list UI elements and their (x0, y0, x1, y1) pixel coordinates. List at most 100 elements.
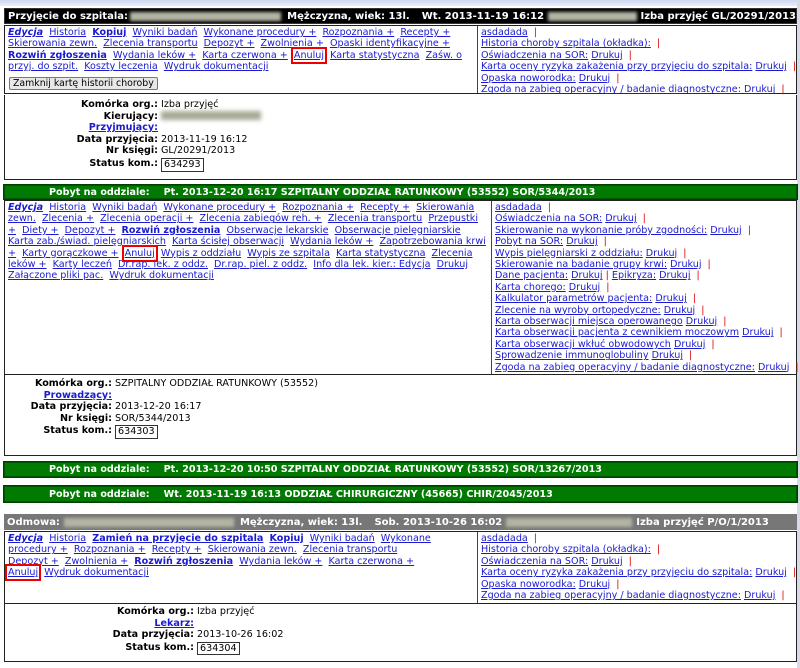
action-wydruk-dokumentacji-link[interactable]: Wydruk dokumentacji (44, 567, 149, 578)
print-link[interactable]: Drukuj (655, 293, 686, 304)
action-kopiuj-link[interactable]: Kopiuj (269, 533, 303, 544)
print-link[interactable]: Drukuj (674, 339, 705, 350)
action-anuluj-link[interactable]: Anuluj (290, 46, 328, 64)
ward-stay-header-3[interactable]: Pobyt na oddziale: Wt. 2013-11-19 16:13 … (3, 485, 798, 503)
document-opaska-noworodka-link[interactable]: Opaska noworodka: (481, 579, 576, 590)
document-opaska-noworodka-link[interactable]: Opaska noworodka: (481, 73, 576, 84)
action-wydania-lekow-link[interactable]: Wydania leków + (113, 50, 196, 61)
action-skierowania-zewn-link[interactable]: Skierowania zewn. (8, 38, 97, 49)
action-karta-czerwona-link[interactable]: Karta czerwona + (329, 556, 415, 567)
print-link[interactable]: Drukuj (758, 362, 789, 373)
document-zgoda-na-zabieg-operacyjny-badanie-diagnostyczne-link[interactable]: Zgoda na zabieg operacyjny / badanie dia… (495, 362, 755, 373)
action-zlecenia-zabiegow-reh-link[interactable]: Zlecenia zabiegów reh. + (200, 213, 322, 224)
print-link[interactable]: Drukuj (744, 590, 775, 601)
action-wydruk-dokumentacji-link[interactable]: Wydruk dokumentacji (164, 61, 269, 72)
action-edycja-link[interactable]: Edycja (8, 27, 43, 38)
action-anuluj-link[interactable]: Anuluj (4, 564, 42, 582)
print-link[interactable]: Drukuj (742, 327, 773, 338)
action-opaski-identyfikacyjne-link[interactable]: Opaski identyfikacyjne + (330, 38, 450, 49)
action-diety-link[interactable]: Diety + (22, 225, 58, 236)
action-historia-link[interactable]: Historia (49, 202, 86, 213)
action-zlecenia-transportu-link[interactable]: Zlecenia transportu (303, 544, 397, 555)
document-oswiadczenia-na-sor-link[interactable]: Oświadczenia na SOR: (481, 50, 588, 61)
action-kopiuj-link[interactable]: Kopiuj (92, 27, 126, 38)
document-skierowanie-na-badanie-grupy-krwi-link[interactable]: Skierowanie na badanie grupy krwi: (495, 259, 667, 270)
print-link[interactable]: Drukuj (652, 350, 683, 361)
receiver-link[interactable]: Przyjmujący: (89, 122, 158, 133)
print-link[interactable]: Drukuj (579, 73, 610, 84)
action-karty-goraczkowe-link[interactable]: Karty gorączkowe + (22, 248, 118, 259)
document-zgoda-na-zabieg-operacyjny-badanie-diagnostyczne-link[interactable]: Zgoda na zabieg operacyjny / badanie dia… (481, 84, 741, 95)
print-link[interactable]: Drukuj (605, 213, 636, 224)
action-rozpoznania-link[interactable]: Rozpoznania + (282, 202, 354, 213)
action-dr-rap-lek-z-oddz-link[interactable]: Dr.rap. lek. z oddz. (118, 259, 208, 270)
action-wypis-ze-szpitala-link[interactable]: Wypis ze szpitala (247, 248, 330, 259)
document-asdadada-link[interactable]: asdadada (481, 533, 528, 544)
action-dr-rap-piel-z-oddz-link[interactable]: Dr.rap. piel. z oddz. (214, 259, 307, 270)
action-obserwacje-lekarskie-link[interactable]: Obserwacje lekarskie (226, 225, 328, 236)
document-zgoda-na-zabieg-operacyjny-badanie-diagnostyczne-link[interactable]: Zgoda na zabieg operacyjny / badanie dia… (481, 590, 741, 601)
document-asdadada-link[interactable]: asdadada (481, 27, 528, 38)
action-karta-statystyczna-link[interactable]: Karta statystyczna (336, 248, 425, 259)
print-link[interactable]: Drukuj (579, 579, 610, 590)
print-link[interactable]: Drukuj (686, 316, 717, 327)
ward-stay-header-2[interactable]: Pobyt na oddziale: Pt. 2013-12-20 10:50 … (3, 461, 798, 478)
document-asdadada-link[interactable]: asdadada (495, 202, 542, 213)
action-recepty-link[interactable]: Recepty + (360, 202, 410, 213)
document-wypis-pielegniarski-z-oddzialu-link[interactable]: Wypis pielęgniarski z oddziału: (495, 248, 643, 259)
action-drukuj-link[interactable]: Drukuj (437, 259, 468, 270)
action-edycja-link[interactable]: Edycja (8, 202, 43, 213)
action-karta-scislej-obserwacji-link[interactable]: Karta ścisłej obserwacji (172, 236, 284, 247)
action-rozwin-zgloszenia-link[interactable]: Rozwiń zgłoszenia (8, 50, 107, 61)
document-kalkulator-parametrow-pacjenta-link[interactable]: Kalkulator parametrów pacjenta: (495, 293, 652, 304)
action-zwolnienia-link[interactable]: Zwolnienia + (261, 38, 324, 49)
document-sprowadzenie-immunoglobuliny-link[interactable]: Sprowadzenie immunoglobuliny (495, 350, 649, 361)
action-rozpoznania-link[interactable]: Rozpoznania + (74, 544, 146, 555)
document-dane-pacjenta-link[interactable]: Dane pacjenta: (495, 270, 568, 281)
document-oswiadczenia-na-sor-link[interactable]: Oświadczenia na SOR: (481, 556, 588, 567)
print-link[interactable]: Drukuj (664, 305, 695, 316)
print-link[interactable]: Drukuj (659, 270, 690, 281)
ward-stay-header-1[interactable]: Pobyt na oddziale: Pt. 2013-12-20 16:17 … (3, 184, 798, 200)
print-link[interactable]: Drukuj (571, 270, 602, 281)
action-historia-link[interactable]: Historia (49, 533, 86, 544)
print-link[interactable]: Drukuj (755, 61, 786, 72)
action-rozwin-zgloszenia-link[interactable]: Rozwiń zgłoszenia (134, 556, 233, 567)
document-karta-obserwacji-pacjenta-z-cewnikiem-moczowym-link[interactable]: Karta obserwacji pacjenta z cewnikiem mo… (495, 327, 739, 338)
document-karta-oceny-ryzyka-zakazenia-przy-przyjeciu-do-szpitala-link[interactable]: Karta oceny ryzyka zakażenia przy przyję… (481, 567, 752, 578)
action-karta-zab-swiad-pielegniarskich-link[interactable]: Karta zab./świad. pielęgniarskich (8, 236, 166, 247)
action-wykonane-procedury-link[interactable]: Wykonane procedury + (163, 202, 276, 213)
action-zalaczone-pliki-pac-link[interactable]: Załączone pliki pac. (8, 270, 103, 281)
document-zlecenie-na-wyroby-ortopedyczne-link[interactable]: Zlecenie na wyroby ortopedyczne: (495, 305, 661, 316)
action-wydania-lekow-link[interactable]: Wydania leków + (290, 236, 373, 247)
action-skierowania-zewn-link[interactable]: Skierowania zewn. (208, 544, 297, 555)
document-skierowanie-na-wykonanie-proby-zgodnosci-link[interactable]: Skierowanie na wykonanie próby zgodności… (495, 225, 707, 236)
action-wyniki-badan-link[interactable]: Wyniki badań (132, 27, 197, 38)
document-historia-choroby-szpitala-okladka-link[interactable]: Historia choroby szpitala (okładka): (481, 38, 651, 49)
action-wykonane-procedury-link[interactable]: Wykonane procedury + (204, 27, 317, 38)
document-karta-obserwacji-miejsca-operowanego-link[interactable]: Karta obserwacji miejsca operowanego (495, 316, 683, 327)
action-info-dla-lek-kier-edycja-link[interactable]: Info dla lek. kier.: Edycja (313, 259, 430, 270)
action-karta-statystyczna-link[interactable]: Karta statystyczna (330, 50, 419, 61)
action-depozyt-link[interactable]: Depozyt + (204, 38, 255, 49)
action-historia-link[interactable]: Historia (49, 27, 86, 38)
print-link[interactable]: Drukuj (569, 282, 600, 293)
print-link[interactable]: Drukuj (591, 50, 622, 61)
action-zamien-na-przyjecie-do-szpitala-link[interactable]: Zamień na przyjęcie do szpitala (92, 533, 263, 544)
action-zlecenia-link[interactable]: Zlecenia + (42, 213, 94, 224)
close-history-card-button[interactable]: Zamknij kartę historii choroby (9, 77, 158, 90)
print-link[interactable]: Drukuj (755, 567, 786, 578)
action-zlecenia-operacji-link[interactable]: Zlecenia operacji + (100, 213, 193, 224)
print-link[interactable]: Drukuj (710, 225, 741, 236)
print-link[interactable]: Drukuj (566, 236, 597, 247)
document-historia-choroby-szpitala-okladka-link[interactable]: Historia choroby szpitala (okładka): (481, 544, 651, 555)
print-link[interactable]: Drukuj (670, 259, 701, 270)
action-zlecenia-transportu-link[interactable]: Zlecenia transportu (328, 213, 422, 224)
action-wyniki-badan-link[interactable]: Wyniki badań (92, 202, 157, 213)
action-karta-czerwona-link[interactable]: Karta czerwona + (202, 50, 288, 61)
action-edycja-link[interactable]: Edycja (8, 533, 43, 544)
action-zlecenia-transportu-link[interactable]: Zlecenia transportu (103, 38, 197, 49)
print-link[interactable]: Drukuj (591, 556, 622, 567)
print-link[interactable]: Drukuj (646, 248, 677, 259)
action-rozwin-zgloszenia-link[interactable]: Rozwiń zgłoszenia (122, 225, 221, 236)
